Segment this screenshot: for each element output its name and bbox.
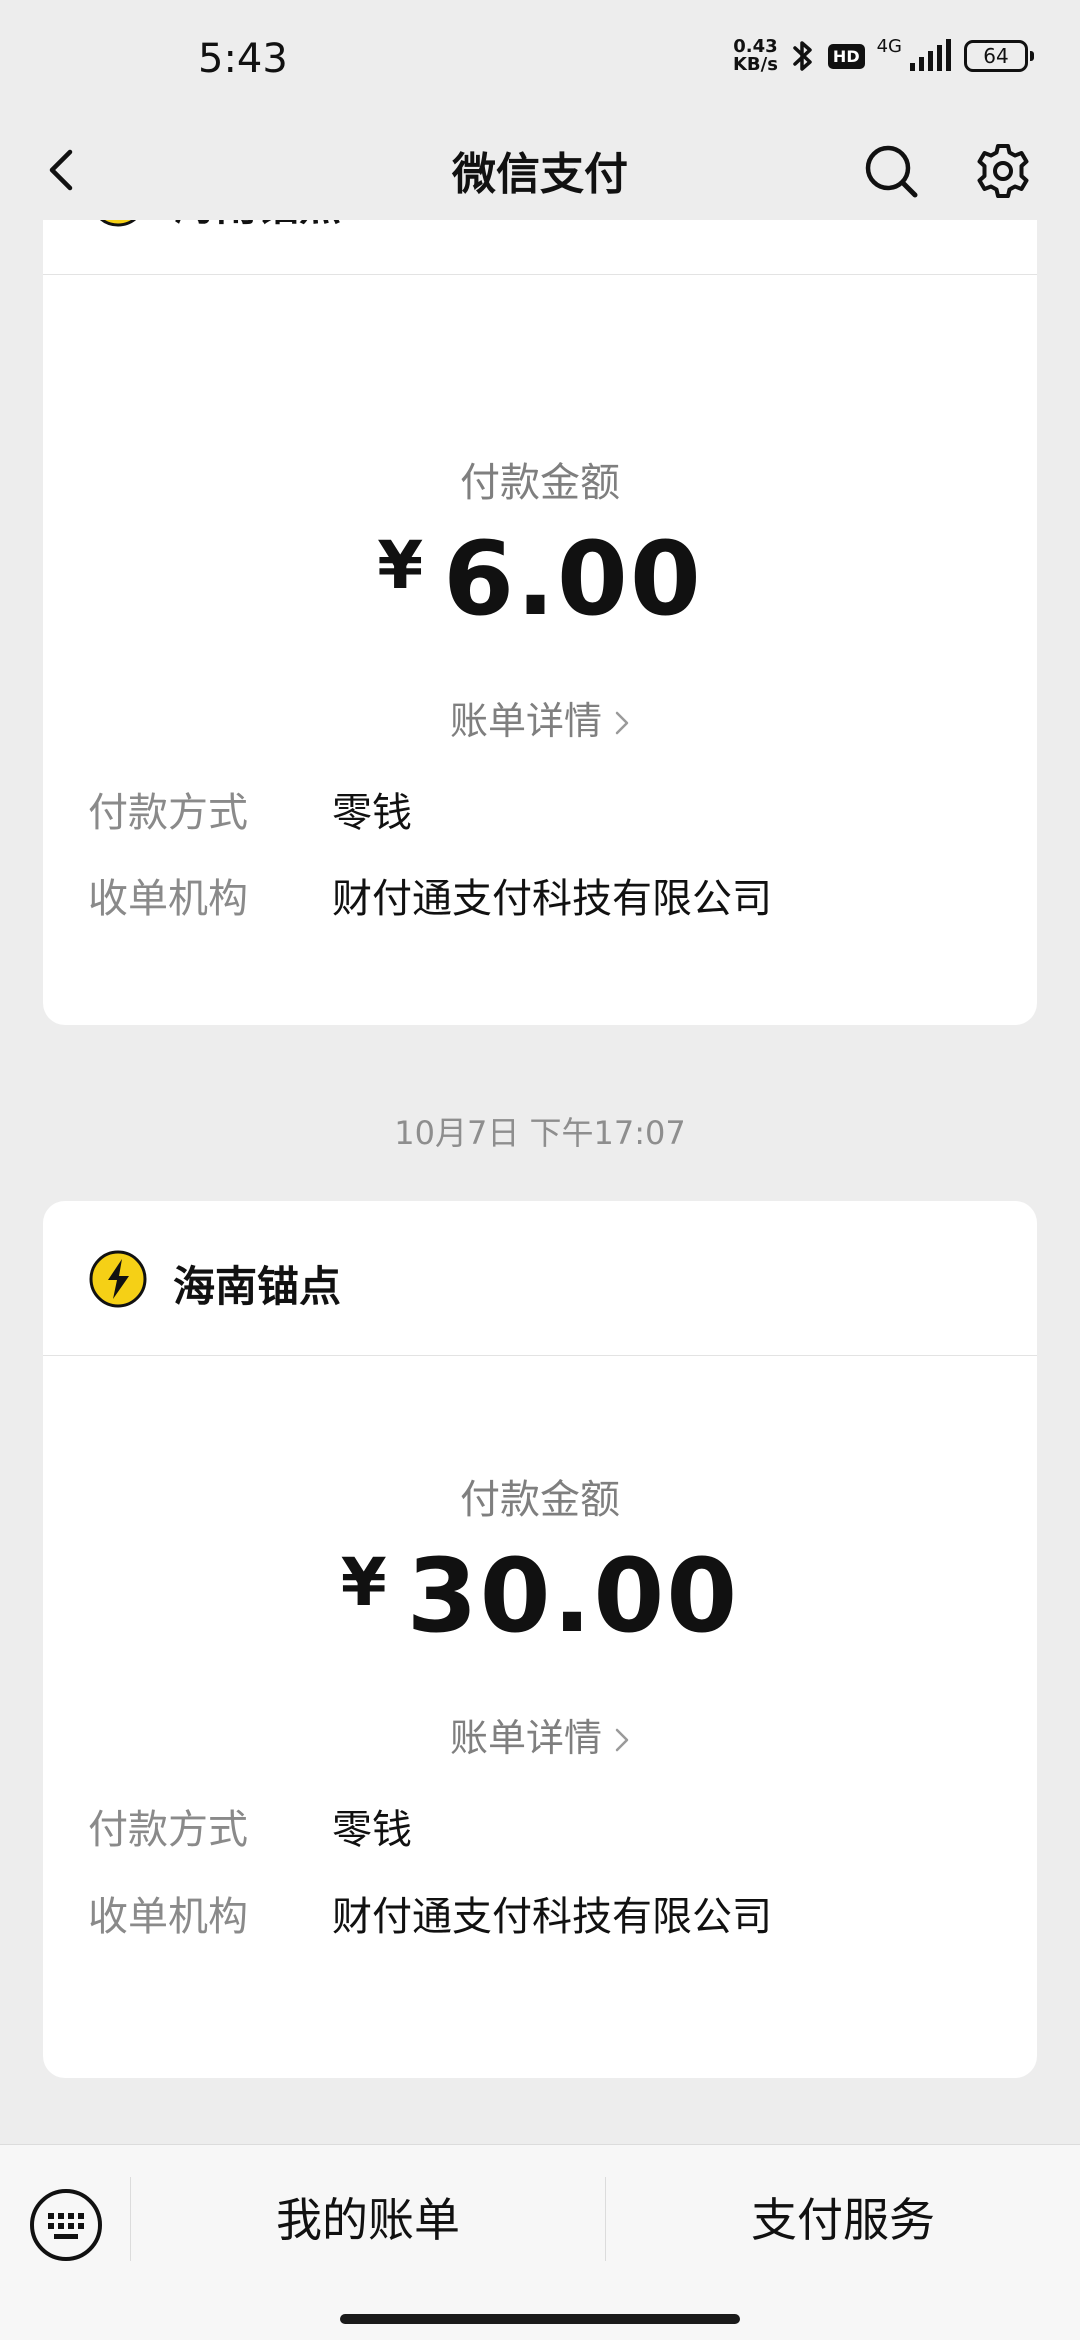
status-bar: 5:43 0.43 KB/s HD 4G 64: [0, 0, 1080, 120]
home-indicator[interactable]: [340, 2314, 740, 2324]
merchant-name: 海南锚点: [173, 1262, 342, 1311]
acquirer-label: 收单机构: [88, 876, 248, 922]
payment-card[interactable]: 海南锚点 付款金额 ¥6.00 账单详情 付款方式 零钱 收单机构 财付通支付科…: [43, 220, 1037, 1025]
payment-list[interactable]: 海南锚点 付款金额 ¥6.00 账单详情 付款方式 零钱 收单机构 财付通支付科…: [0, 220, 1080, 2144]
amount-label: 付款金额: [460, 1477, 620, 1523]
amount-value: ¥30.00: [43, 1537, 1037, 1656]
tab-my-bills[interactable]: 我的账单: [130, 2185, 606, 2255]
amount-value: ¥6.00: [43, 520, 1037, 639]
nav-bar: 微信支付: [0, 120, 1080, 220]
acquirer-row: 收单机构 财付通支付科技有限公司: [88, 866, 772, 924]
battery-level: 64: [964, 40, 1028, 72]
payment-method-row: 付款方式 零钱: [88, 1797, 412, 1855]
signal-icon: [910, 39, 951, 71]
amount-number: 6.00: [443, 520, 703, 639]
bluetooth-icon: [793, 41, 812, 71]
currency-symbol: ¥: [340, 1544, 389, 1621]
bill-detail-label: 账单详情: [449, 699, 602, 743]
chevron-right-icon: [615, 1728, 629, 1752]
amount-number: 30.00: [406, 1537, 740, 1656]
bill-detail-link[interactable]: 账单详情: [43, 1707, 1037, 1762]
bottom-bar: 我的账单 支付服务: [0, 2144, 1080, 2340]
payment-method-row: 付款方式 零钱: [88, 780, 412, 838]
merchant-name: 海南锚点: [173, 220, 341, 233]
gear-icon[interactable]: [974, 142, 1032, 200]
acquirer-row: 收单机构 财付通支付科技有限公司: [88, 1884, 772, 1942]
acquirer-value: 财付通支付科技有限公司: [332, 876, 772, 922]
chevron-right-icon: [615, 711, 629, 735]
network-speed-unit: KB/s: [732, 54, 778, 75]
acquirer-label: 收单机构: [88, 1894, 248, 1940]
card-header: 海南锚点: [43, 1201, 1037, 1356]
lightning-logo-icon: [89, 1250, 147, 1308]
acquirer-value: 财付通支付科技有限公司: [332, 1894, 772, 1940]
card-header: 海南锚点: [43, 220, 1037, 275]
payment-method-label: 付款方式: [88, 790, 248, 836]
payment-method-value: 零钱: [332, 1807, 412, 1853]
network-type: 4G: [876, 36, 902, 57]
date-separator: 10月7日 下午17:07: [394, 1114, 686, 1152]
bill-detail-label: 账单详情: [449, 1716, 602, 1760]
status-icons: 0.43 KB/s HD 4G 64: [733, 38, 1034, 74]
currency-symbol: ¥: [377, 527, 426, 604]
battery-icon: 64: [964, 40, 1034, 72]
search-icon[interactable]: [862, 142, 920, 200]
amount-label: 付款金额: [460, 460, 620, 506]
lightning-logo-icon: [99, 220, 137, 227]
network-speed: 0.43 KB/s: [733, 38, 778, 74]
payment-card[interactable]: 海南锚点 付款金额 ¥30.00 账单详情 付款方式 零钱 收单机构 财付通支付…: [43, 1201, 1037, 2078]
tab-payment-services[interactable]: 支付服务: [606, 2185, 1080, 2255]
payment-method-value: 零钱: [332, 790, 412, 836]
status-time: 5:43: [198, 36, 288, 82]
payment-method-label: 付款方式: [88, 1807, 248, 1853]
hd-badge: HD: [827, 43, 865, 69]
keyboard-icon[interactable]: [28, 2187, 104, 2263]
battery-tip: [1030, 51, 1034, 61]
bill-detail-link[interactable]: 账单详情: [43, 690, 1037, 745]
